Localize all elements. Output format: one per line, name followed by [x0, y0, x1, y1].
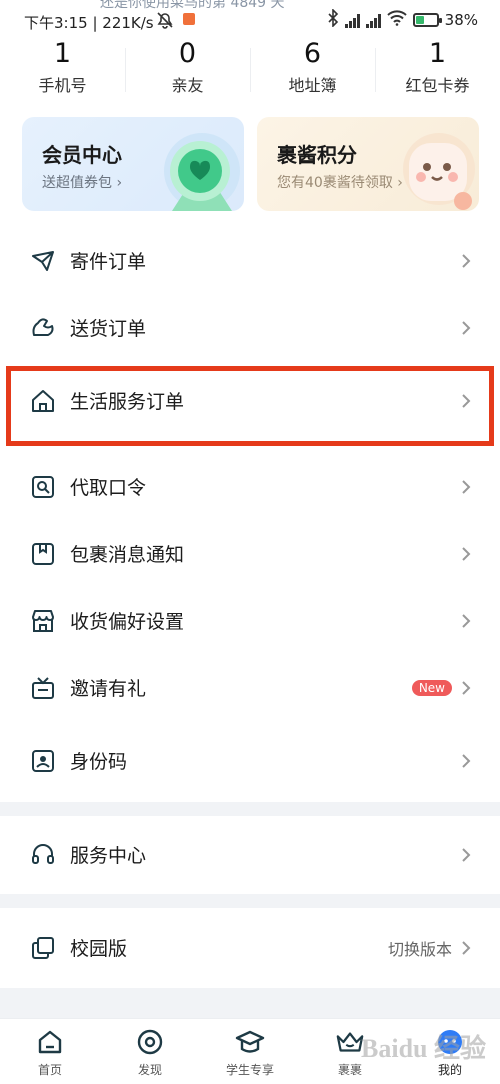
mute-icon — [155, 10, 175, 34]
member-center-card[interactable]: 会员中心 送超值券包 › — [22, 117, 244, 211]
home-tab-icon — [35, 1027, 65, 1057]
chevron-right-icon — [462, 613, 471, 628]
stat-label: 红包卡券 — [405, 76, 470, 95]
menu-item-life-service-orders[interactable]: 生活服务订单 — [0, 367, 500, 434]
menu-label: 寄件订单 — [70, 251, 147, 273]
menu-label: 送货订单 — [70, 318, 147, 340]
mascot-face-icon — [403, 133, 475, 210]
member-center-subtitle: 送超值券包 › — [42, 175, 123, 191]
stat-coupons[interactable]: 1 红包卡券 — [375, 40, 500, 100]
tab-home[interactable]: 首页 — [0, 1019, 100, 1084]
menu-item-id-code[interactable]: 身份码 — [0, 727, 500, 794]
paper-plane-icon — [30, 248, 56, 274]
tab-label: 发现 — [137, 1063, 162, 1077]
graduation-cap-icon — [235, 1027, 265, 1057]
package-icon — [30, 541, 56, 567]
menu-item-campus-edition[interactable]: 校园版 切换版本 — [0, 914, 500, 981]
menu-label: 身份码 — [70, 751, 128, 773]
chevron-right-icon — [462, 940, 471, 955]
menu-item-invite-rewards[interactable]: 邀请有礼 New — [0, 654, 500, 721]
stat-value: 0 — [178, 38, 197, 69]
menu-item-send-orders[interactable]: 寄件订单 — [0, 227, 500, 294]
stat-phone[interactable]: 1 手机号 — [0, 40, 125, 100]
menu-item-delivery-preferences[interactable]: 收货偏好设置 — [0, 587, 500, 654]
gift-tv-icon — [30, 675, 56, 701]
chevron-right-icon — [462, 847, 471, 862]
menu-item-package-notifications[interactable]: 包裹消息通知 — [0, 520, 500, 587]
search-card-icon — [30, 474, 56, 500]
stat-label: 亲友 — [171, 76, 204, 95]
chevron-right-icon — [462, 393, 471, 408]
storefront-icon — [30, 608, 56, 634]
member-center-title: 会员中心 — [42, 143, 122, 167]
stat-friends[interactable]: 0 亲友 — [125, 40, 250, 100]
wifi-icon — [386, 10, 407, 30]
campus-menu: 校园版 切换版本 — [0, 908, 500, 988]
heart-badge-icon — [164, 133, 240, 211]
menu-item-service-center[interactable]: 服务中心 — [0, 821, 500, 888]
menu-item-pickup-code[interactable]: 代取口令 — [0, 453, 500, 520]
headset-icon — [30, 842, 56, 868]
account-stats: 1 手机号 0 亲友 6 地址簿 1 红包卡券 — [0, 40, 500, 100]
switch-version-text: 切换版本 — [387, 939, 452, 959]
watermark: Baidu 经验 — [361, 1034, 486, 1063]
tab-label: 首页 — [37, 1063, 62, 1077]
menu-label: 校园版 — [70, 938, 128, 960]
promo-cards: 会员中心 送超值券包 › 裹酱积分 您有40裹酱待领取 › — [0, 100, 500, 224]
status-time-speed: 下午3:15 | 221K/s — [24, 14, 154, 32]
tab-label: 学生专享 — [225, 1063, 274, 1077]
stat-address-book[interactable]: 6 地址簿 — [250, 40, 375, 100]
delivery-icon — [30, 315, 56, 341]
app-notification-icon — [183, 13, 195, 25]
points-title: 裹酱积分 — [277, 143, 357, 167]
battery-percent: 38% — [444, 11, 478, 29]
chevron-right-icon — [462, 253, 471, 268]
service-menu: 服务中心 — [0, 816, 500, 894]
tab-discover[interactable]: 发现 — [100, 1019, 200, 1084]
stat-label: 地址簿 — [288, 76, 337, 95]
chevron-right-icon — [462, 546, 471, 561]
chevron-right-icon — [462, 753, 471, 768]
tab-student[interactable]: 学生专享 — [200, 1019, 300, 1084]
menu-label: 邀请有礼 — [70, 678, 147, 700]
menu-item-delivery-orders[interactable]: 送货订单 — [0, 294, 500, 361]
menu-label: 服务中心 — [70, 845, 147, 867]
signal-2-icon — [365, 12, 381, 28]
battery-icon — [412, 13, 442, 27]
order-menu: 寄件订单 送货订单 生活服务订单 代取口令 包裹消息通知 收货偏好设置 邀请有礼… — [0, 224, 500, 802]
discover-icon — [135, 1027, 165, 1057]
id-badge-icon — [30, 748, 56, 774]
points-subtitle: 您有40裹酱待领取 › — [277, 175, 403, 191]
menu-label: 包裹消息通知 — [70, 544, 185, 566]
bluetooth-icon — [327, 8, 339, 31]
chevron-right-icon — [462, 320, 471, 335]
stat-value: 1 — [53, 38, 72, 69]
copy-icon — [30, 935, 56, 961]
days-used-text: 还是你使用菜鸟的第 4849 天 — [100, 0, 285, 11]
new-badge: New — [411, 679, 452, 696]
chevron-right-icon — [462, 479, 471, 494]
menu-label: 生活服务订单 — [70, 391, 185, 413]
stat-label: 手机号 — [38, 76, 87, 95]
signal-1-icon — [344, 12, 360, 28]
menu-label: 代取口令 — [70, 477, 147, 499]
home-icon — [30, 388, 56, 414]
menu-label: 收货偏好设置 — [70, 611, 185, 633]
stat-value: 6 — [303, 38, 322, 69]
stat-value: 1 — [428, 38, 447, 69]
points-card[interactable]: 裹酱积分 您有40裹酱待领取 › — [257, 117, 479, 211]
status-bar: 还是你使用菜鸟的第 4849 天 下午3:15 | 221K/s 38% — [0, 0, 500, 40]
chevron-right-icon — [462, 680, 471, 695]
